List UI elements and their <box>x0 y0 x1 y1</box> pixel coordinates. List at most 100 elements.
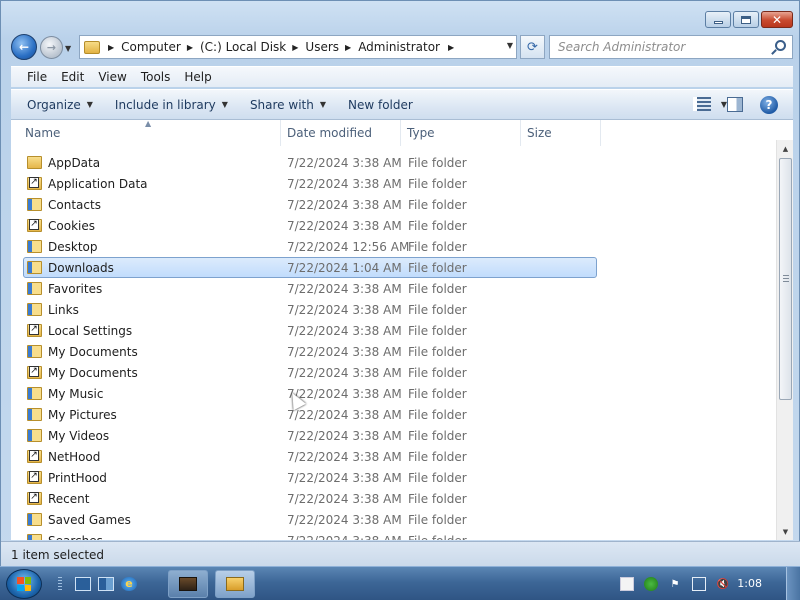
breadcrumb-local-disk[interactable]: ▶ (C:) Local Disk <box>187 40 286 54</box>
help-icon[interactable]: ? <box>760 96 778 114</box>
taskbar-app-button[interactable] <box>168 570 208 598</box>
breadcrumb-computer[interactable]: ▶ Computer <box>108 40 181 54</box>
menu-edit[interactable]: Edit <box>61 70 84 84</box>
file-row[interactable]: Desktop 7/22/2024 12:56 AM File folder <box>11 236 777 257</box>
file-row[interactable]: Application Data 7/22/2024 3:38 AM File fo… <box>11 173 777 194</box>
network-icon[interactable] <box>692 577 706 591</box>
address-history-dropdown-icon[interactable]: ▼ <box>507 41 513 50</box>
new-folder-button[interactable]: New folder <box>348 98 413 112</box>
security-check-icon[interactable] <box>644 577 658 591</box>
file-row[interactable]: Searches 7/22/2024 3:38 AMFile folder <box>11 530 777 540</box>
column-header-date-modified[interactable]: Date modified <box>281 120 401 146</box>
search-icon[interactable] <box>775 40 786 51</box>
quick-launch-grip[interactable] <box>58 577 62 591</box>
file-name-cell[interactable]: My Music <box>11 387 287 401</box>
file-row[interactable]: Downloads 7/22/2024 1:04 AM File folder <box>11 257 777 278</box>
change-view-button[interactable]: ▼ <box>692 97 727 111</box>
file-row[interactable]: Favorites 7/22/2024 3:38 AM File folder <box>11 278 777 299</box>
file-row[interactable]: My Documents 7/22/2024 3:38 AM File folder <box>11 341 777 362</box>
breadcrumb-administrator[interactable]: ▶ Administrator ▶ <box>345 40 461 54</box>
taskbar-explorer-button[interactable] <box>215 570 255 598</box>
file-row[interactable]: AppData 7/22/2024 3:38 AM File folder <box>11 152 777 173</box>
file-row[interactable]: My Pictures 7/22/2024 3:38 AM File folder <box>11 404 777 425</box>
file-name-cell[interactable]: Local Settings <box>11 324 287 338</box>
file-row[interactable]: My Documents 7/22/2024 3:38 AM File folder <box>11 362 777 383</box>
internet-explorer-icon[interactable]: e <box>121 577 137 591</box>
action-center-flag-icon[interactable]: ⚑ <box>668 577 682 591</box>
show-desktop-icon[interactable] <box>75 577 91 591</box>
organize-button[interactable]: Organize ▼ <box>27 98 93 112</box>
file-date: 7/22/2024 3:38 AM <box>287 197 402 212</box>
file-name-cell[interactable]: Favorites <box>11 282 287 296</box>
chevron-right-icon[interactable]: ▶ <box>448 43 454 52</box>
file-type: File folder <box>408 344 467 359</box>
file-row[interactable]: Local Settings 7/22/2024 3:38 AM File fold… <box>11 320 777 341</box>
file-name-cell[interactable]: Searches <box>11 534 287 540</box>
show-desktop-button[interactable] <box>786 567 800 600</box>
file-row[interactable]: Links 7/22/2024 3:38 AM File folder <box>11 299 777 320</box>
switch-windows-icon[interactable] <box>98 577 114 591</box>
menu-file[interactable]: File <box>27 70 47 84</box>
file-name-cell[interactable]: Downloads <box>11 261 287 275</box>
file-name-cell[interactable]: Application Data <box>11 177 287 191</box>
file-row[interactable]: PrintHood 7/22/2024 3:38 AM File folder <box>11 467 777 488</box>
search-input[interactable] <box>558 40 758 54</box>
file-name-cell[interactable]: My Documents <box>11 366 287 380</box>
file-name-cell[interactable]: Saved Games <box>11 513 287 527</box>
back-button[interactable]: ← <box>11 34 37 60</box>
file-row[interactable]: My Music 7/22/2024 3:38 AM File folder <box>11 383 777 404</box>
file-type: File folder <box>408 218 467 233</box>
share-with-button[interactable]: Share with ▼ <box>250 98 326 112</box>
breadcrumb-users[interactable]: ▶ Users <box>292 40 339 54</box>
chevron-right-icon[interactable]: ▶ <box>292 43 298 52</box>
start-button[interactable] <box>6 569 42 599</box>
column-header-size[interactable]: Size <box>521 120 601 146</box>
search-box[interactable] <box>549 35 793 59</box>
scroll-down-arrow-icon[interactable]: ▼ <box>777 523 793 540</box>
file-name-cell[interactable]: Contacts <box>11 198 287 212</box>
scroll-up-arrow-icon[interactable]: ▲ <box>777 140 793 157</box>
forward-button[interactable]: → <box>40 36 63 59</box>
scrollbar-thumb[interactable] <box>779 158 792 400</box>
file-name-cell[interactable]: PrintHood <box>11 471 287 485</box>
file-name-cell[interactable]: My Pictures <box>11 408 287 422</box>
chevron-right-icon[interactable]: ▶ <box>108 43 114 52</box>
document-icon[interactable] <box>620 577 634 591</box>
recent-pages-dropdown-icon[interactable]: ▼ <box>65 44 71 53</box>
column-header-type[interactable]: Type <box>401 120 521 146</box>
include-in-library-button[interactable]: Include in library ▼ <box>115 98 228 112</box>
file-name-cell[interactable]: My Videos <box>11 429 287 443</box>
file-name-cell[interactable]: NetHood <box>11 450 287 464</box>
title-bar[interactable]: ✕ <box>1 1 800 31</box>
file-name-cell[interactable]: Desktop <box>11 240 287 254</box>
vertical-scrollbar[interactable]: ▲ ▼ <box>776 140 793 540</box>
menu-view[interactable]: View <box>98 70 126 84</box>
clock[interactable]: 1:08 <box>737 577 762 590</box>
menu-bar: File Edit View Tools Help <box>11 66 793 87</box>
minimize-button[interactable] <box>705 11 731 28</box>
navigation-row: ← → ▼ ▶ Computer ▶ (C:) Local Disk ▶ Users … <box>1 31 800 63</box>
file-row[interactable]: My Videos 7/22/2024 3:38 AM File folder <box>11 425 777 446</box>
file-row[interactable]: Recent 7/22/2024 3:38 AM File folder <box>11 488 777 509</box>
chevron-right-icon[interactable]: ▶ <box>345 43 351 52</box>
file-name-cell[interactable]: Recent <box>11 492 287 506</box>
maximize-button[interactable] <box>733 11 759 28</box>
file-row[interactable]: Cookies 7/22/2024 3:38 AM File folder <box>11 215 777 236</box>
file-row[interactable]: Saved Games 7/22/2024 3:38 AM File folder <box>11 509 777 530</box>
refresh-button[interactable]: ⟳ <box>520 35 545 59</box>
address-bar[interactable]: ▶ Computer ▶ (C:) Local Disk ▶ Users ▶ Admin… <box>79 35 517 59</box>
menu-help[interactable]: Help <box>184 70 211 84</box>
volume-muted-icon[interactable]: 🔇 <box>716 577 730 591</box>
chevron-right-icon[interactable]: ▶ <box>187 43 193 52</box>
file-name-cell[interactable]: Links <box>11 303 287 317</box>
file-name-cell[interactable]: Cookies <box>11 219 287 233</box>
file-name-cell[interactable]: My Documents <box>11 345 287 359</box>
folder-shortcut-icon <box>27 366 42 379</box>
close-button[interactable]: ✕ <box>761 11 793 28</box>
preview-pane-icon[interactable] <box>727 97 743 112</box>
file-name-cell[interactable]: AppData <box>11 156 287 170</box>
column-header-name[interactable]: ▲ Name <box>11 120 281 146</box>
file-row[interactable]: NetHood 7/22/2024 3:38 AM File folder <box>11 446 777 467</box>
menu-tools[interactable]: Tools <box>141 70 171 84</box>
file-row[interactable]: Contacts 7/22/2024 3:38 AM File folder <box>11 194 777 215</box>
